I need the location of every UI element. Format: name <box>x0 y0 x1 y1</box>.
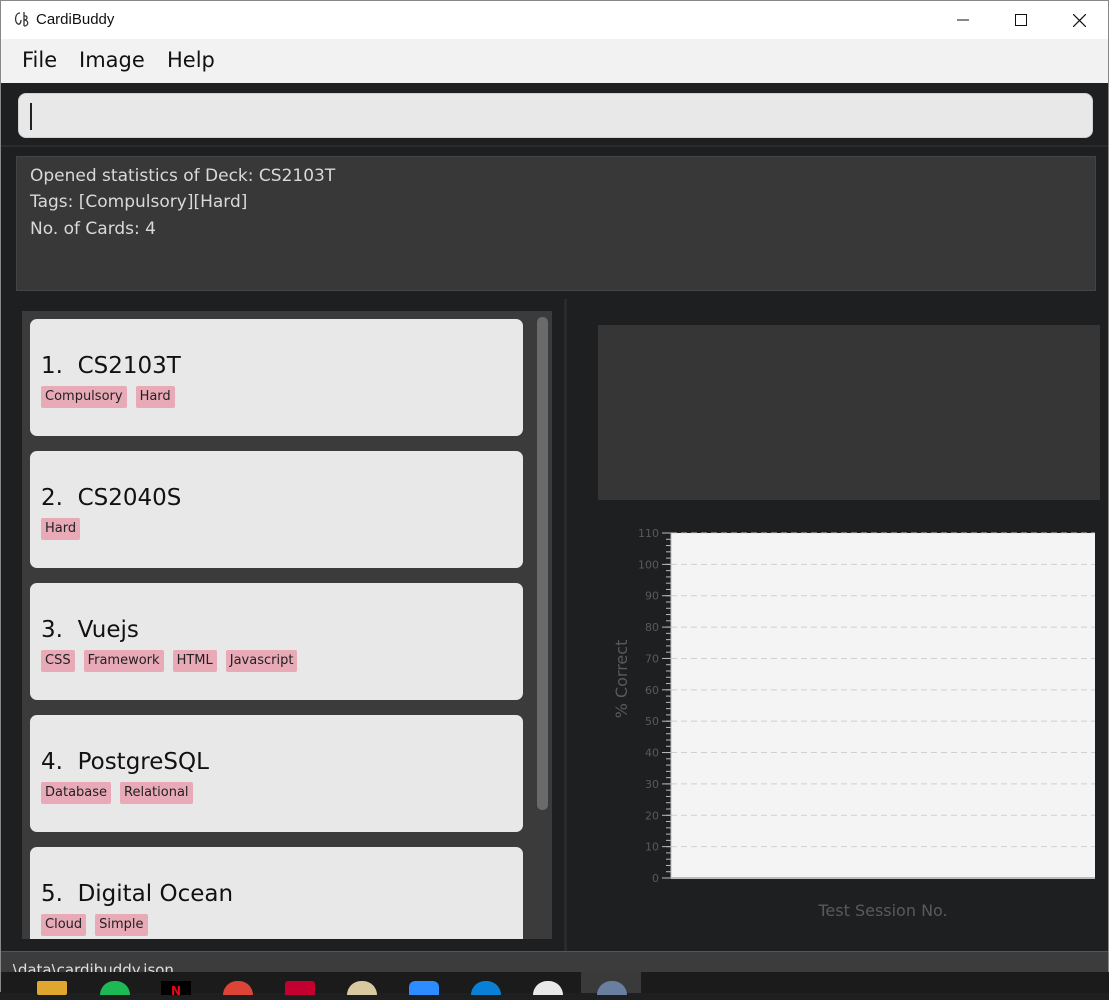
paint-icon[interactable] <box>347 981 377 995</box>
y-tick-label: 70 <box>645 652 659 665</box>
deck-card[interactable]: 4. PostgreSQL Database Relational <box>30 715 523 832</box>
deck-name: Digital Ocean <box>77 881 234 907</box>
title-bar: CardiBuddy <box>1 1 1108 39</box>
deck-title: 1. CS2103T <box>41 353 181 379</box>
app-window: CardiBuddy File Image Help Opened statis… <box>0 0 1109 998</box>
tag-label: Database <box>41 782 112 804</box>
statistics-summary-box <box>598 325 1100 500</box>
result-line-deck: Opened statistics of Deck: CS2103T <box>30 166 336 186</box>
deck-tags: Cloud Simple <box>41 914 148 936</box>
deck-tags: Hard <box>41 518 81 540</box>
result-line-count: No. of Cards: 4 <box>30 219 156 239</box>
deck-card[interactable]: 2. CS2040S Hard <box>30 451 523 568</box>
menu-image[interactable]: Image <box>79 48 145 72</box>
y-tick-label: 50 <box>645 715 659 728</box>
y-tick-label: 110 <box>638 527 659 540</box>
deck-title: 4. PostgreSQL <box>41 749 209 775</box>
deck-title: 5. Digital Ocean <box>41 881 233 907</box>
plot-area <box>671 533 1095 878</box>
tag-label: Compulsory <box>41 386 127 408</box>
deck-name: PostgreSQL <box>77 749 209 775</box>
tag-label: CSS <box>41 650 75 672</box>
deck-tags: Compulsory Hard <box>41 386 175 408</box>
y-tick-label: 0 <box>652 872 659 885</box>
text-cursor <box>30 103 32 130</box>
tag-label: Cloud <box>41 914 87 936</box>
deck-list: 1. CS2103T Compulsory Hard 2. CS2040S Ha… <box>22 311 552 939</box>
menu-bar: File Image Help <box>1 39 1108 83</box>
maximize-icon <box>1015 14 1027 26</box>
y-axis-label: % Correct <box>612 640 631 719</box>
edge-icon[interactable] <box>471 981 501 995</box>
tag-label: Hard <box>41 518 81 540</box>
app-icon[interactable] <box>533 981 563 995</box>
menu-help[interactable]: Help <box>167 48 215 72</box>
deck-name: CS2103T <box>77 353 181 379</box>
file-explorer-icon[interactable] <box>37 981 67 995</box>
menu-file[interactable]: File <box>22 48 57 72</box>
spotify-icon[interactable] <box>100 981 130 995</box>
deck-tags: Database Relational <box>41 782 193 804</box>
tag-label: HTML <box>172 650 217 672</box>
result-line-tags: Tags: [Compulsory][Hard] <box>30 192 248 212</box>
y-tick-label: 60 <box>645 684 659 697</box>
taskbar: N <box>1 972 1109 998</box>
tag-label: Relational <box>120 782 193 804</box>
chrome-icon[interactable] <box>223 981 253 995</box>
y-tick-label: 90 <box>645 590 659 603</box>
close-button[interactable] <box>1050 1 1108 39</box>
deck-index: 1. <box>41 353 63 379</box>
command-input[interactable] <box>18 93 1093 138</box>
deck-name: Vuejs <box>77 617 139 643</box>
maximize-button[interactable] <box>992 1 1050 39</box>
netflix-icon[interactable]: N <box>161 981 191 998</box>
scrollbar-thumb[interactable] <box>537 317 548 810</box>
cardibuddy-logo-icon <box>14 12 29 27</box>
zoom-icon[interactable] <box>409 981 439 995</box>
cardibuddy-icon <box>597 981 627 995</box>
deck-tags: CSS Framework HTML Javascript <box>41 650 298 672</box>
close-icon <box>1072 13 1086 27</box>
deck-index: 2. <box>41 485 63 511</box>
deck-index: 4. <box>41 749 63 775</box>
deck-index: 5. <box>41 881 63 907</box>
y-tick-label: 20 <box>645 809 659 822</box>
window-title: CardiBuddy <box>36 11 115 28</box>
statistics-pane: % Correct Test Session No. 0 10 20 30 40 50 60… <box>567 299 1108 951</box>
status-bar: .\data\cardibuddy.json <box>1 951 1108 979</box>
tag-label: Javascript <box>225 650 298 672</box>
deck-title: 2. CS2040S <box>41 485 181 511</box>
tag-label: Hard <box>135 386 175 408</box>
minimize-button[interactable] <box>934 1 992 39</box>
y-tick-label: 100 <box>638 558 659 571</box>
tag-label: Simple <box>95 914 148 936</box>
result-display-area: Opened statistics of Deck: CS2103T Tags:… <box>1 149 1108 299</box>
cardibuddy-taskbar-button[interactable] <box>581 972 641 995</box>
y-tick-label: 30 <box>645 778 659 791</box>
deck-card[interactable]: 3. Vuejs CSS Framework HTML Javascript <box>30 583 523 700</box>
tag-label: Framework <box>83 650 164 672</box>
y-tick-label: 10 <box>645 841 659 854</box>
y-tick-label: 40 <box>645 747 659 760</box>
command-box <box>1 83 1108 147</box>
deck-card[interactable]: 5. Digital Ocean Cloud Simple <box>30 847 523 939</box>
deck-index: 3. <box>41 617 63 643</box>
deck-name: CS2040S <box>77 485 182 511</box>
test-results-chart: % Correct Test Session No. 0 10 20 30 40 50 60… <box>612 527 1095 920</box>
x-axis-label: Test Session No. <box>817 901 947 920</box>
angular-icon[interactable] <box>285 981 315 995</box>
svg-text:N: N <box>171 984 181 996</box>
result-display: Opened statistics of Deck: CS2103T Tags:… <box>16 156 1096 291</box>
deck-list-scrollbar[interactable] <box>535 315 549 935</box>
minimize-icon <box>957 19 969 21</box>
y-tick-label: 80 <box>645 621 659 634</box>
deck-card[interactable]: 1. CS2103T Compulsory Hard <box>30 319 523 436</box>
deck-list-pane: 1. CS2103T Compulsory Hard 2. CS2040S Ha… <box>1 299 564 951</box>
deck-title: 3. Vuejs <box>41 617 139 643</box>
